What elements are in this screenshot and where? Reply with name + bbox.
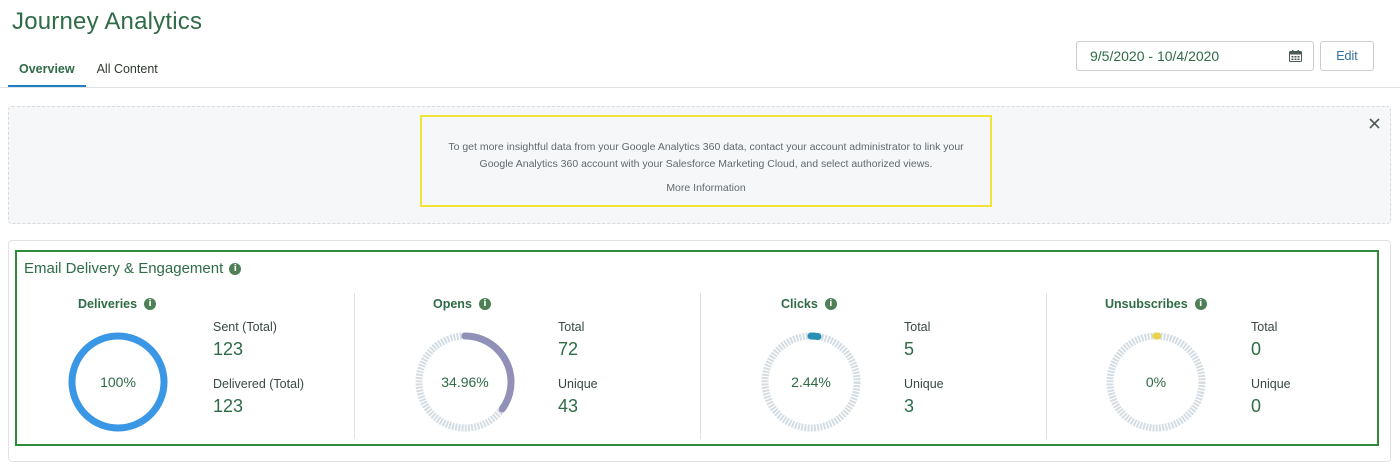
tab-bar: Overview All Content	[8, 56, 169, 88]
date-range-value: 9/5/2020 - 10/4/2020	[1090, 48, 1220, 64]
ga360-notice-banner: To get more insightful data from your Go…	[420, 115, 992, 207]
opens-total-label: Total	[558, 320, 585, 334]
unsubscribes-total-value: 0	[1251, 339, 1262, 359]
delivered-total-label: Delivered (Total)	[213, 377, 305, 391]
clicks-ring-value: 2.44%	[791, 374, 831, 390]
deliveries-title: Deliveries i	[78, 297, 157, 311]
clicks-total-label: Total	[904, 320, 931, 334]
unsubscribes-title-text: Unsubscribes	[1105, 297, 1188, 311]
clicks-title-text: Clicks	[781, 297, 818, 311]
info-icon[interactable]: i	[229, 262, 242, 275]
tab-all-content[interactable]: All Content	[86, 56, 169, 88]
tab-overview[interactable]: Overview	[8, 56, 86, 88]
unsubscribes-total-label: Total	[1251, 320, 1278, 334]
sent-total-value: 123	[213, 339, 244, 359]
metric-divider	[354, 293, 355, 439]
clicks-title: Clicks i	[781, 297, 837, 311]
date-range-picker[interactable]: 9/5/2020 - 10/4/2020	[1076, 41, 1314, 71]
edit-button[interactable]: Edit	[1320, 41, 1374, 71]
unsubscribes-title: Unsubscribes i	[1105, 297, 1207, 311]
opens-unique-label: Unique	[558, 377, 598, 391]
unsubscribes-ring-value: 0%	[1145, 374, 1167, 390]
unsubscribes-unique-value: 0	[1251, 396, 1262, 416]
clicks-unique-label: Unique	[904, 377, 944, 391]
calendar-icon[interactable]	[1289, 50, 1302, 62]
more-information-link[interactable]: More Information	[666, 182, 745, 194]
info-icon[interactable]: i	[478, 298, 491, 310]
section-title-text: Email Delivery & Engagement	[24, 260, 224, 277]
unsubscribes-unique-label: Unique	[1251, 377, 1291, 391]
header-divider	[0, 87, 1400, 88]
opens-total-value: 72	[558, 339, 579, 359]
opens-title: Opens i	[433, 297, 491, 311]
opens-title-text: Opens	[433, 297, 472, 311]
clicks-total-value: 5	[904, 339, 915, 359]
metric-divider	[700, 293, 701, 439]
banner-text-line1: To get more insightful data from your Go…	[448, 141, 964, 153]
page-title: Journey Analytics	[12, 8, 203, 35]
info-icon[interactable]: i	[144, 298, 157, 310]
metric-divider	[1046, 293, 1047, 439]
info-icon[interactable]: i	[824, 298, 837, 310]
deliveries-title-text: Deliveries	[78, 297, 138, 311]
sent-total-label: Sent (Total)	[213, 320, 277, 334]
deliveries-ring-value: 100%	[100, 374, 136, 390]
opens-ring-value: 34.96%	[441, 374, 489, 390]
opens-unique-value: 43	[558, 396, 579, 416]
section-title: Email Delivery & Engagement i	[24, 260, 242, 277]
delivered-total-value: 123	[213, 396, 244, 416]
clicks-unique-value: 3	[904, 396, 915, 416]
close-icon[interactable]	[1367, 116, 1383, 132]
banner-text-line2: Google Analytics 360 account with your S…	[479, 158, 933, 170]
info-icon[interactable]: i	[1194, 298, 1207, 310]
